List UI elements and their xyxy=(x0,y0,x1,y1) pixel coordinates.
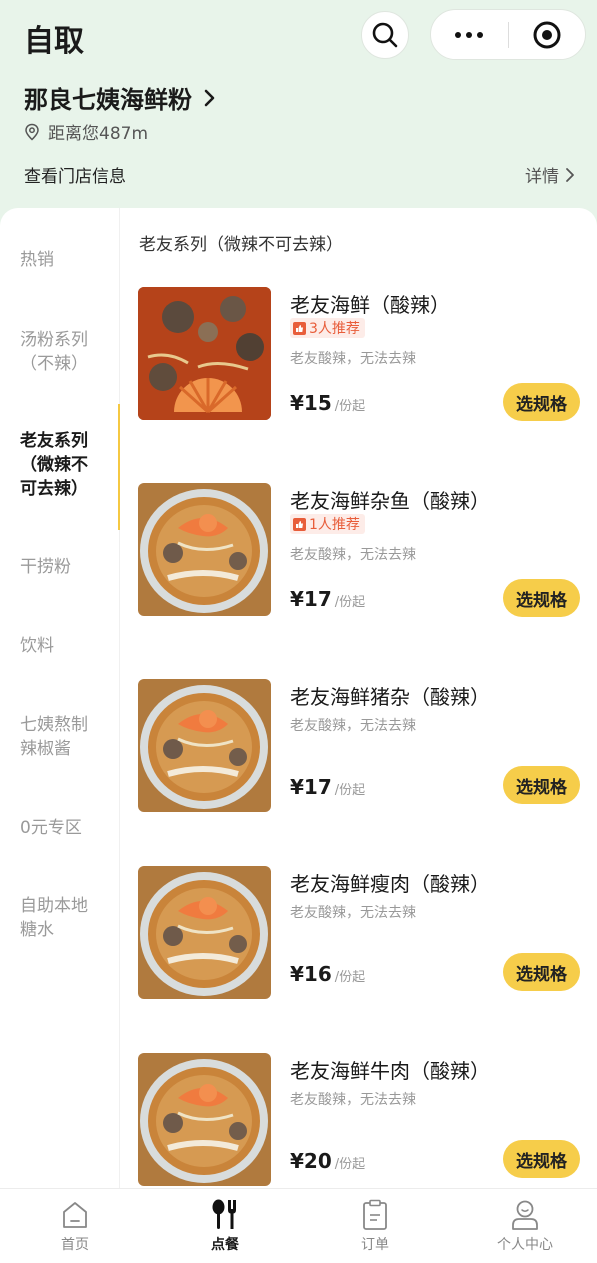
product-price: ¥17 /份起 xyxy=(290,587,365,611)
select-spec-button[interactable]: 选规格 xyxy=(503,579,580,617)
sidebar-item-drinks[interactable]: 饮料 xyxy=(20,634,102,658)
search-button[interactable] xyxy=(361,11,409,59)
page-title: 自取 xyxy=(24,24,84,59)
product-image xyxy=(138,1053,271,1186)
home-icon xyxy=(63,1202,87,1228)
price-value: ¥20 xyxy=(290,1149,332,1173)
price-value: ¥17 xyxy=(290,775,332,799)
select-spec-button[interactable]: 选规格 xyxy=(503,953,580,991)
price-unit: /份起 xyxy=(334,399,366,414)
product-card[interactable]: 老友海鲜杂鱼（酸辣） 1人推荐 老友酸辣，无法去辣 ¥17 /份起 选规格 xyxy=(138,483,586,619)
section-title: 老友系列（微辣不可去辣） xyxy=(139,235,343,255)
store-name-label: 那良七姨海鲜粉 xyxy=(24,86,192,114)
tab-label: 个人中心 xyxy=(497,1237,553,1253)
tab-orders[interactable]: 订单 xyxy=(300,1189,450,1263)
select-spec-button[interactable]: 选规格 xyxy=(503,1140,580,1178)
tab-order-food[interactable]: 点餐 xyxy=(150,1189,300,1263)
chevron-right-icon xyxy=(204,89,215,106)
thumbs-up-icon xyxy=(293,321,306,335)
detail-label: 详情 xyxy=(525,167,559,187)
close-miniprogram-button[interactable] xyxy=(509,10,586,59)
bottom-tab-bar: 首页 点餐 订单 个人中心 xyxy=(0,1188,597,1263)
product-desc: 老友酸辣，无法去辣 xyxy=(290,1092,416,1108)
tab-label: 点餐 xyxy=(211,1237,239,1253)
product-name: 老友海鲜猪杂（酸辣） xyxy=(290,685,490,709)
store-distance: 距离您487m xyxy=(24,119,148,144)
price-value: ¥16 xyxy=(290,962,332,986)
distance-text: 距离您487m xyxy=(48,124,149,144)
miniprogram-capsule xyxy=(430,9,586,60)
tab-label: 订单 xyxy=(361,1237,389,1253)
product-name: 老友海鲜（酸辣） xyxy=(290,293,450,317)
sidebar-item-soup-noodles[interactable]: 汤粉系列（不辣） xyxy=(20,328,102,376)
product-price: ¥20 /份起 xyxy=(290,1149,365,1173)
price-value: ¥15 xyxy=(290,391,332,415)
category-sidebar: 热销 汤粉系列（不辣） 老友系列（微辣不可去辣） 干捞粉 饮料 七姨熬制辣椒酱 … xyxy=(0,208,120,1188)
more-icon xyxy=(455,31,484,38)
cutlery-icon xyxy=(212,1199,236,1229)
product-desc: 老友酸辣，无法去辣 xyxy=(290,547,416,563)
product-card[interactable]: 老友海鲜瘦肉（酸辣） 老友酸辣，无法去辣 ¥16 /份起 选规格 xyxy=(138,866,586,1002)
sidebar-item-dessert[interactable]: 自助本地糖水 xyxy=(20,894,102,942)
select-spec-button[interactable]: 选规格 xyxy=(503,766,580,804)
product-price: ¥15 /份起 xyxy=(290,391,365,415)
search-icon xyxy=(372,22,398,48)
tab-label: 首页 xyxy=(61,1237,89,1253)
price-unit: /份起 xyxy=(334,1157,366,1172)
store-header: 自取 那良七姨海鲜粉 距离您487m 查看门店信息 详情 xyxy=(0,0,597,230)
sidebar-item-dry-noodles[interactable]: 干捞粉 xyxy=(20,555,102,579)
product-name: 老友海鲜杂鱼（酸辣） xyxy=(290,489,490,513)
store-name[interactable]: 那良七姨海鲜粉 xyxy=(24,80,220,115)
target-icon xyxy=(533,21,561,48)
product-name: 老友海鲜瘦肉（酸辣） xyxy=(290,872,490,896)
product-image xyxy=(138,866,271,999)
tab-profile[interactable]: 个人中心 xyxy=(450,1189,597,1263)
clipboard-icon xyxy=(363,1199,387,1230)
product-desc: 老友酸辣，无法去辣 xyxy=(290,351,416,367)
store-detail-link[interactable]: 详情 xyxy=(525,162,575,187)
recommend-badge: 1人推荐 xyxy=(290,514,365,534)
product-desc: 老友酸辣，无法去辣 xyxy=(290,718,416,734)
badge-text: 1人推荐 xyxy=(309,517,360,533)
menu-panel: 热销 汤粉系列（不辣） 老友系列（微辣不可去辣） 干捞粉 饮料 七姨熬制辣椒酱 … xyxy=(0,208,597,1188)
user-icon xyxy=(512,1200,538,1230)
product-card[interactable]: 老友海鲜（酸辣） 3人推荐 老友酸辣，无法去辣 ¥15 /份起 选规格 xyxy=(138,287,586,423)
product-price: ¥17 /份起 xyxy=(290,775,365,799)
location-pin-icon xyxy=(25,123,39,141)
sidebar-item-chili-sauce[interactable]: 七姨熬制辣椒酱 xyxy=(20,713,102,761)
product-price: ¥16 /份起 xyxy=(290,962,365,986)
store-info-link[interactable]: 查看门店信息 xyxy=(24,162,126,187)
product-image xyxy=(138,287,271,420)
select-spec-button[interactable]: 选规格 xyxy=(503,383,580,421)
price-unit: /份起 xyxy=(334,970,366,985)
sidebar-item-laoyou[interactable]: 老友系列（微辣不可去辣） xyxy=(20,429,102,501)
product-image xyxy=(138,679,271,812)
tab-home[interactable]: 首页 xyxy=(0,1189,150,1263)
price-unit: /份起 xyxy=(334,595,366,610)
product-card[interactable]: 老友海鲜猪杂（酸辣） 老友酸辣，无法去辣 ¥17 /份起 选规格 xyxy=(138,679,586,815)
sidebar-item-free[interactable]: 0元专区 xyxy=(20,816,102,840)
product-desc: 老友酸辣，无法去辣 xyxy=(290,905,416,921)
sidebar-item-hot[interactable]: 热销 xyxy=(20,248,102,272)
price-unit: /份起 xyxy=(334,783,366,798)
chevron-right-icon xyxy=(566,167,574,182)
product-image xyxy=(138,483,271,616)
product-card[interactable]: 老友海鲜牛肉（酸辣） 老友酸辣，无法去辣 ¥20 /份起 选规格 xyxy=(138,1053,586,1188)
product-name: 老友海鲜牛肉（酸辣） xyxy=(290,1059,490,1083)
price-value: ¥17 xyxy=(290,587,332,611)
active-category-indicator xyxy=(118,404,120,530)
recommend-badge: 3人推荐 xyxy=(290,318,365,338)
thumbs-up-icon xyxy=(293,517,306,531)
badge-text: 3人推荐 xyxy=(309,321,360,337)
more-button[interactable] xyxy=(431,10,508,59)
